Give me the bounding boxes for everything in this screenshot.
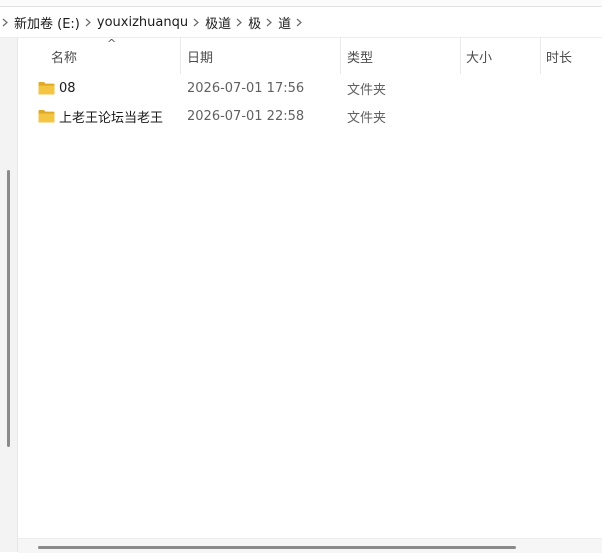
navigation-pane: [0, 38, 18, 552]
column-header-row: ^ 名称 日期 类型 大小 时长: [18, 38, 602, 74]
breadcrumb: 新加卷 (E:) youxizhuanqu 极道 极 道: [0, 7, 602, 38]
chevron-right-icon[interactable]: [262, 18, 277, 27]
chevron-right-icon[interactable]: [232, 18, 247, 27]
column-header-type-label: 类型: [347, 50, 374, 66]
column-header-duration-label: 时长: [546, 50, 573, 66]
file-date: 2026-07-01 22:58: [187, 108, 305, 124]
breadcrumb-item-jidao[interactable]: 极道: [204, 13, 232, 32]
breadcrumb-item-ji[interactable]: 极: [247, 13, 262, 32]
folder-icon: [38, 110, 55, 123]
chevron-right-icon[interactable]: [292, 18, 307, 27]
file-name: 08: [59, 80, 76, 96]
list-item[interactable]: 上老王论坛当老王 2026-07-01 22:58 文件夹: [18, 102, 602, 130]
file-type: 文件夹: [347, 82, 387, 98]
column-header-type[interactable]: 类型: [341, 38, 461, 74]
column-header-duration[interactable]: 时长: [541, 38, 602, 74]
horizontal-scrollbar-thumb[interactable]: [38, 546, 516, 549]
window-top-edge: [0, 0, 602, 7]
column-header-date[interactable]: 日期: [181, 38, 341, 74]
horizontal-scrollbar[interactable]: [18, 538, 602, 553]
breadcrumb-item-drive[interactable]: 新加卷 (E:): [13, 13, 81, 32]
column-header-date-label: 日期: [187, 50, 214, 66]
chevron-right-icon[interactable]: [0, 18, 13, 27]
column-header-size-label: 大小: [466, 50, 493, 66]
breadcrumb-item-dao[interactable]: 道: [277, 13, 292, 32]
breadcrumb-item-youxizhuanqu[interactable]: youxizhuanqu: [96, 15, 189, 30]
file-type: 文件夹: [347, 110, 387, 126]
column-header-size[interactable]: 大小: [461, 38, 541, 74]
list-item[interactable]: 08 2026-07-01 17:56 文件夹: [18, 74, 602, 102]
sort-ascending-icon: ^: [107, 37, 117, 50]
file-name: 上老王论坛当老王: [59, 110, 164, 126]
column-header-name[interactable]: ^ 名称: [18, 38, 181, 74]
file-date: 2026-07-01 17:56: [187, 80, 305, 96]
navigation-scrollbar-thumb[interactable]: [7, 170, 10, 447]
chevron-right-icon[interactable]: [81, 18, 96, 27]
folder-icon: [38, 82, 55, 95]
column-header-name-label: 名称: [51, 50, 78, 66]
chevron-right-icon[interactable]: [189, 18, 204, 27]
